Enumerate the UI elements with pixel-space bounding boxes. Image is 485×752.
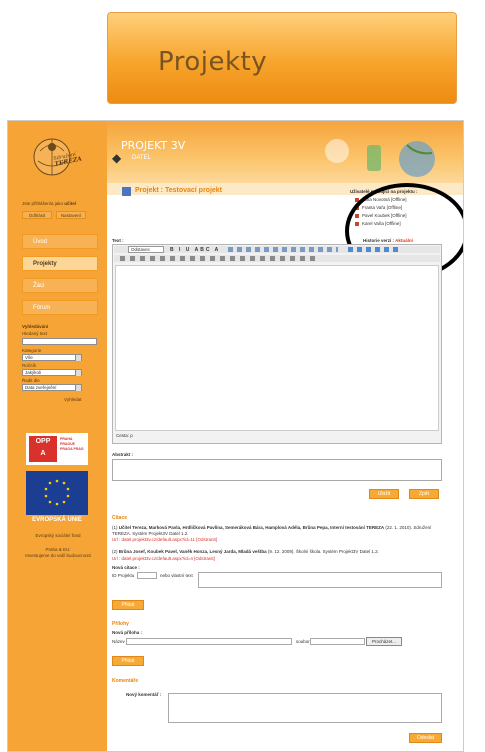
year-select[interactable]: Jakýkoli	[22, 369, 82, 376]
login-status-text: Jste přihlášen/a jako	[22, 201, 64, 206]
new-citation-label: Nová citace :	[112, 565, 140, 570]
own-text-label: nebo vlastní text	[160, 573, 193, 578]
citation-2-authors: Brůna Josef, Koubek Pavel, Vaněk Honza, …	[118, 549, 267, 554]
citation-2-rest: (9. 12. 2009). Školní škola. Systém Proj…	[267, 549, 379, 554]
citation-1: (1) Učitel Tereza, Marková Pavla, Hrdlič…	[112, 525, 442, 537]
nav-projekty[interactable]: Projekty	[22, 256, 98, 271]
opp-logo: OPP A PRAHA PRAGUE PRAGA PRAG	[26, 433, 88, 465]
opp-red-block: OPP A	[29, 436, 57, 462]
app-title: PROJEKT 3V	[121, 139, 186, 152]
editor-body[interactable]	[115, 265, 439, 431]
toolbar-icons-2[interactable]	[120, 256, 320, 261]
format-select[interactable]: Odstavec	[128, 246, 164, 253]
project-title: Projekt : Testovací projekt	[135, 187, 223, 194]
project-icon	[122, 187, 131, 196]
header	[107, 121, 463, 183]
citation-1-authors: Učitel Tereza, Marková Pavla, Hrdličková…	[118, 525, 385, 530]
file-label: soubor	[296, 639, 310, 644]
citation-2-url-text[interactable]: Url : datel.projekt3v.cz/default.aspx?id…	[112, 556, 193, 561]
nav-zaci[interactable]: Žáci	[22, 278, 98, 293]
file-input[interactable]	[310, 638, 365, 645]
login-status: Jste přihlášen/a jako učitel	[22, 201, 76, 206]
comments-heading: Komentáře	[112, 678, 139, 684]
login-role: učitel	[64, 201, 77, 206]
add-citation-button[interactable]: Přidat	[112, 600, 144, 610]
header-illustration	[325, 139, 435, 177]
editor-path: Cesta: p	[116, 433, 133, 438]
citation-2: (2) Brůna Josef, Koubek Pavel, Vaněk Hon…	[112, 549, 442, 554]
category-select[interactable]: Vše	[22, 354, 82, 361]
citation-2-url: Url : datel.projekt3v.cz/default.aspx?id…	[112, 556, 215, 561]
category-value: Vše	[25, 355, 33, 360]
attachments-heading: Přílohy	[112, 621, 129, 627]
fund-text: Evropský sociální fond	[35, 533, 81, 538]
citation-1-remove[interactable]: [Odstranit]	[196, 537, 217, 542]
chevron-down-icon	[75, 355, 81, 361]
citation-2-remove[interactable]: [Odstranit]	[194, 556, 215, 561]
sort-value: Data zveřejnění	[25, 385, 57, 390]
app-screen: Sdružení TEREZA Jste přihlášen/a jako uči…	[7, 120, 464, 752]
chevron-down-icon	[75, 370, 81, 376]
new-attachment-label: Nová příloha :	[112, 630, 143, 635]
citation-1-url-text[interactable]: Url : datel.projekt3v.cz/default.aspx?id…	[112, 537, 195, 542]
attachment-name-input[interactable]	[126, 638, 292, 645]
comment-field[interactable]	[168, 693, 442, 723]
history-label-text: Historie verzí :	[363, 238, 395, 243]
praha-eu-text: Praha & EU:	[45, 547, 71, 552]
toolbar-icons[interactable]	[228, 247, 338, 252]
back-button[interactable]: Zpět	[409, 489, 439, 499]
banner-label: Projekty	[158, 47, 268, 77]
own-text-input[interactable]	[198, 572, 442, 588]
save-button[interactable]: Uložit	[369, 489, 399, 499]
history-label: Historie verzí : Aktuální	[363, 238, 413, 243]
search-text-label: Hledaný text	[22, 331, 48, 336]
nav-forum[interactable]: Fórum	[22, 300, 98, 315]
search-input[interactable]	[22, 338, 97, 345]
year-value: Jakýkoli	[25, 370, 42, 375]
project-id-label: ID Projektu	[112, 573, 135, 578]
praha-text: PRAHA PRAGUE PRAGA PRAG	[60, 437, 84, 451]
eu-stars-icon	[44, 479, 70, 506]
new-comment-label: Nový komentář :	[126, 692, 162, 697]
attachment-name-label: Název	[112, 639, 125, 644]
bird-icon: ◆	[112, 151, 122, 165]
chevron-down-icon	[75, 385, 81, 391]
nav-uvod[interactable]: Úvod	[22, 234, 98, 249]
toolbar-icons-right[interactable]	[348, 247, 398, 252]
text-label: Text :	[112, 238, 124, 243]
browse-button[interactable]: Procházet...	[366, 637, 402, 646]
invest-text: Investujeme do vaší budoucnosti	[25, 553, 91, 558]
send-comment-button[interactable]: Odeslat	[409, 733, 442, 743]
sort-label: Řadit dle	[22, 378, 40, 383]
citation-1-url: Url : datel.projekt3v.cz/default.aspx?id…	[112, 537, 217, 542]
eu-flag	[26, 471, 88, 515]
add-attachment-button[interactable]: Přidat	[112, 656, 144, 666]
citations-heading: Citace	[112, 515, 128, 521]
eu-label: EVROPSKÁ UNIE	[32, 517, 82, 523]
category-label: Kategorie	[22, 348, 42, 353]
abstract-label: Abstrakt :	[112, 452, 134, 457]
citation-2-num: (2)	[112, 549, 118, 554]
settings-button[interactable]: Nastavení	[56, 211, 86, 219]
search-button[interactable]: Vyhledat	[64, 397, 81, 402]
app-subtitle: DATEL	[132, 155, 151, 161]
history-value[interactable]: Aktuální	[395, 238, 413, 243]
format-buttons[interactable]: B I U ABC A	[170, 247, 220, 253]
project-id-input[interactable]	[137, 572, 157, 579]
opp-text: OPP	[35, 438, 51, 445]
year-label: Ročník	[22, 363, 37, 368]
citation-1-num: (1)	[112, 525, 118, 530]
sidebar: Sdružení TEREZA Jste přihlášen/a jako uči…	[8, 121, 107, 751]
sort-select[interactable]: Data zveřejnění	[22, 384, 82, 391]
opp-letter: A	[40, 450, 46, 457]
abstract-field[interactable]	[112, 459, 442, 481]
logout-button[interactable]: Odhlásit	[22, 211, 52, 219]
search-heading: Vyhledávání	[22, 324, 49, 329]
